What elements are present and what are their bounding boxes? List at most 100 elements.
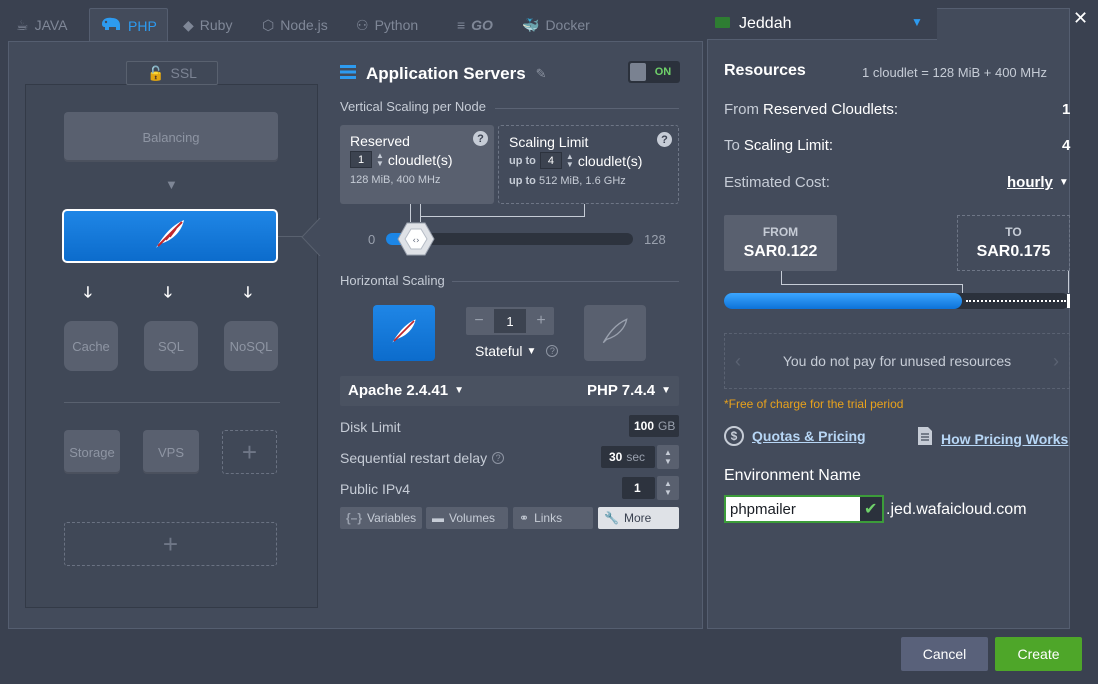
public-ipv4-field[interactable]: 1 bbox=[622, 477, 655, 499]
public-ipv4-spinner[interactable]: ▲ ▼ bbox=[657, 476, 679, 500]
price-to-box: TO SAR0.175 bbox=[957, 215, 1070, 271]
environment-name-input[interactable] bbox=[726, 497, 860, 521]
variables-button[interactable]: {–} Variables bbox=[340, 507, 422, 529]
cloudlet-definition: 1 cloudlet = 128 MiB + 400 MHz bbox=[862, 65, 1047, 80]
increment-button[interactable]: + bbox=[528, 307, 554, 335]
scaling-mode-dropdown[interactable]: Stateful ▼ ? bbox=[475, 343, 559, 359]
help-icon[interactable]: ? bbox=[657, 132, 672, 147]
check-icon: ✔ bbox=[864, 501, 878, 518]
price-from-box: FROM SAR0.122 bbox=[724, 215, 837, 271]
ssl-toggle[interactable]: 🔓 SSL bbox=[126, 61, 218, 85]
chevron-left-icon[interactable]: ‹ bbox=[735, 351, 741, 372]
section-title: Application Servers bbox=[366, 64, 526, 83]
php-version-dropdown[interactable]: PHP 7.4.4 ▼ bbox=[587, 382, 671, 399]
tab-php[interactable]: PHP bbox=[89, 8, 168, 42]
cache-node[interactable]: Cache bbox=[64, 321, 118, 371]
cost-period-dropdown[interactable]: hourly ▼ bbox=[1007, 174, 1069, 191]
price-to-value: SAR0.175 bbox=[976, 243, 1051, 260]
reserved-spec: 128 MiB, 400 MHz bbox=[350, 174, 441, 186]
svg-text:‹›: ‹› bbox=[412, 236, 419, 246]
trial-note: *Free of charge for the trial period bbox=[724, 397, 904, 411]
spinner-icon[interactable]: ▲ ▼ bbox=[566, 152, 574, 169]
java-icon: ☕ bbox=[16, 16, 29, 33]
chevron-right-icon[interactable]: › bbox=[1053, 351, 1059, 372]
disk-limit-field[interactable]: 100 GB bbox=[629, 415, 679, 437]
links-button[interactable]: ⚭ Links bbox=[513, 507, 593, 529]
tab-python[interactable]: ⚇ Python bbox=[356, 8, 418, 42]
carousel-text: You do not pay for unused resources bbox=[782, 353, 1012, 369]
edit-pencil-icon[interactable]: ✎ bbox=[536, 66, 547, 82]
caret-down-icon: ▼ bbox=[526, 345, 537, 357]
reserved-cloudlets-box: Reserved 1 ▲ ▼ cloudlet(s) 128 MiB, 400 M… bbox=[340, 125, 494, 204]
help-icon[interactable]: ? bbox=[546, 345, 559, 357]
sql-node[interactable]: SQL bbox=[144, 321, 198, 371]
apache-version-dropdown[interactable]: Apache 2.4.41 ▼ bbox=[348, 382, 464, 399]
app-servers-header: Application Servers ✎ bbox=[340, 64, 547, 84]
lock-icon: 🔓 bbox=[147, 64, 165, 81]
vps-node[interactable]: VPS bbox=[143, 430, 199, 474]
decrement-button[interactable]: − bbox=[466, 307, 492, 335]
tab-ruby[interactable]: ◆ Ruby bbox=[183, 8, 232, 42]
docker-whale-icon: 🐳 bbox=[522, 16, 540, 33]
tab-nodejs[interactable]: ⬡ Node.js bbox=[262, 8, 328, 42]
quotas-pricing-link[interactable]: $ Quotas & Pricing bbox=[724, 426, 866, 446]
go-gopher-icon: ≡ bbox=[457, 17, 466, 33]
scaling-limit-label: Scaling Limit: bbox=[743, 137, 834, 154]
toggle-state: ON bbox=[649, 64, 677, 80]
up-to-label: up to bbox=[509, 175, 536, 187]
balancing-node[interactable]: Balancing bbox=[64, 112, 278, 162]
scaling-limit-spec: 512 MiB, 1.6 GHz bbox=[538, 175, 626, 187]
saudi-flag-icon bbox=[715, 17, 730, 28]
node-count-value[interactable]: 1 bbox=[494, 309, 526, 333]
app-servers-toggle[interactable]: ON bbox=[628, 61, 680, 83]
add-layer-button[interactable]: + bbox=[64, 522, 277, 566]
slider-max: 128 bbox=[644, 232, 666, 247]
region-dropdown[interactable]: Jeddah ▼ bbox=[707, 8, 937, 40]
how-pricing-works-link[interactable]: How Pricing Works bbox=[917, 426, 1068, 451]
plus-icon: + bbox=[162, 528, 179, 559]
tab-java[interactable]: ☕ JAVA bbox=[16, 8, 68, 42]
help-icon[interactable]: ? bbox=[473, 131, 488, 146]
down-arrow-icon: 🡓 bbox=[164, 284, 172, 301]
down-arrow-icon: 🡓 bbox=[84, 284, 92, 301]
cost-range-end bbox=[1067, 294, 1070, 308]
environment-name-field[interactable]: ✔ bbox=[724, 495, 884, 523]
resources-title: Resources bbox=[724, 62, 806, 79]
volumes-button[interactable]: ▬ Volumes bbox=[426, 507, 508, 529]
connector-line bbox=[781, 271, 782, 284]
spinner-icon[interactable]: ▲ ▼ bbox=[376, 151, 384, 168]
stateful-node-button[interactable] bbox=[373, 305, 435, 361]
storage-node[interactable]: Storage bbox=[64, 430, 120, 474]
slider-handle[interactable]: ‹› bbox=[397, 221, 435, 257]
scaling-limit-input[interactable]: 4 bbox=[539, 152, 562, 169]
reserved-cloudlets-label: Reserved Cloudlets: bbox=[763, 101, 899, 118]
caret-down-icon: ▼ bbox=[1058, 177, 1069, 188]
close-icon[interactable]: ✕ bbox=[1073, 8, 1088, 29]
nosql-node[interactable]: NoSQL bbox=[224, 321, 278, 371]
reserved-cloudlets-input[interactable]: 1 bbox=[350, 151, 372, 168]
horizontal-scaling-title: Horizontal Scaling bbox=[340, 273, 445, 288]
reserved-title: Reserved bbox=[350, 133, 410, 149]
add-node-button[interactable]: + bbox=[222, 430, 277, 474]
node-count-stepper[interactable]: − 1 + bbox=[466, 307, 554, 335]
info-carousel: ‹ You do not pay for unused resources › bbox=[724, 333, 1070, 389]
panel-pointer bbox=[301, 218, 321, 256]
price-from-value: SAR0.122 bbox=[743, 243, 818, 260]
help-icon[interactable]: ? bbox=[492, 452, 505, 464]
link-icon: ⚭ bbox=[519, 511, 530, 525]
reserved-cloudlets-value: 1 bbox=[1062, 101, 1071, 118]
restart-delay-field[interactable]: 30 sec bbox=[601, 446, 655, 468]
more-button[interactable]: 🔧 More bbox=[598, 507, 679, 529]
tab-docker[interactable]: 🐳 Docker bbox=[522, 8, 590, 42]
app-server-node[interactable] bbox=[62, 209, 278, 263]
restart-delay-spinner[interactable]: ▲ ▼ bbox=[657, 445, 679, 469]
down-arrow-icon: ▼ bbox=[165, 177, 178, 192]
create-button[interactable]: Create bbox=[995, 637, 1082, 671]
cancel-button[interactable]: Cancel bbox=[901, 637, 988, 671]
domain-suffix: .jed.wafaicloud.com bbox=[886, 501, 1027, 518]
cloudlet-unit: cloudlet(s) bbox=[387, 151, 453, 168]
estimated-cost-label: Estimated Cost: bbox=[724, 174, 830, 191]
stateless-node-button[interactable] bbox=[584, 305, 646, 361]
list-icon bbox=[340, 64, 356, 84]
tab-go[interactable]: ≡ GO bbox=[457, 8, 493, 42]
